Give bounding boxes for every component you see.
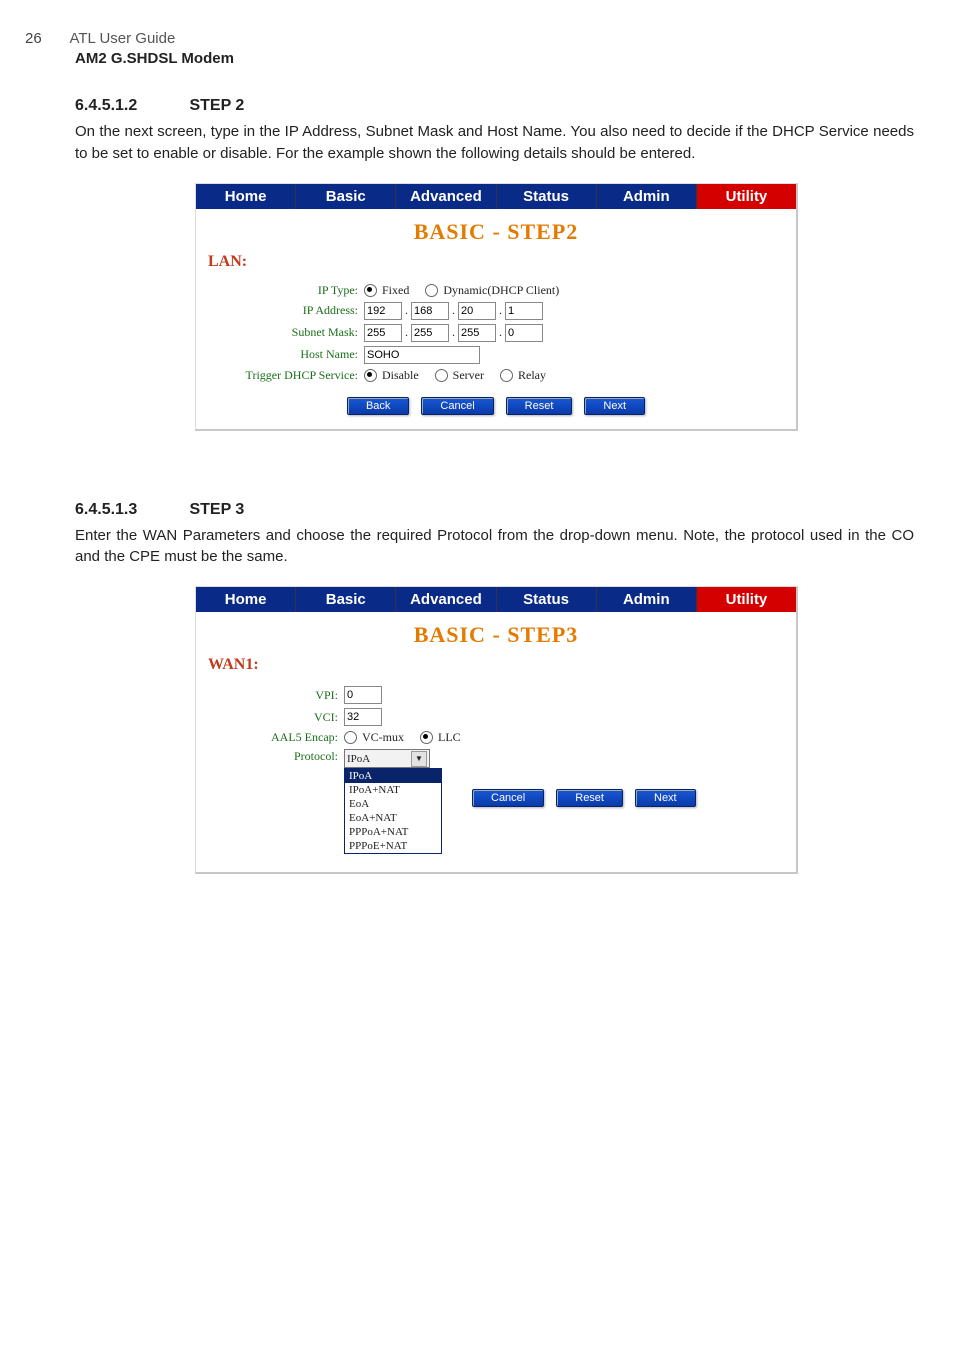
label-protocol: Protocol: bbox=[208, 749, 344, 764]
label-subnet: Subnet Mask: bbox=[208, 325, 364, 340]
section-body: On the next screen, type in the IP Addre… bbox=[75, 121, 914, 165]
page-header: 26 ATL User Guide AM2 G.SHDSL Modem bbox=[25, 30, 914, 67]
proto-opt[interactable]: PPPoA+NAT bbox=[345, 825, 441, 839]
section-title: STEP 2 bbox=[189, 97, 244, 114]
mask-octet-3[interactable] bbox=[458, 324, 496, 342]
radio-dynamic-label: Dynamic(DHCP Client) bbox=[443, 283, 559, 298]
tab-basic[interactable]: Basic bbox=[296, 587, 396, 612]
radio-fixed[interactable] bbox=[364, 284, 377, 297]
tab-basic[interactable]: Basic bbox=[296, 184, 396, 209]
top-tabs: Home Basic Advanced Status Admin Utility bbox=[196, 184, 796, 209]
radio-dhcp-relay[interactable] bbox=[500, 369, 513, 382]
label-ipaddress: IP Address: bbox=[208, 303, 364, 318]
ip-octet-1[interactable] bbox=[364, 302, 402, 320]
label-dhcp-server: Server bbox=[453, 368, 484, 383]
label-vcmux: VC-mux bbox=[362, 730, 404, 745]
lan-header: LAN: bbox=[208, 253, 784, 271]
top-tabs: Home Basic Advanced Status Admin Utility bbox=[196, 587, 796, 612]
protocol-dropdown-list[interactable]: IPoA IPoA+NAT EoA EoA+NAT PPPoA+NAT PPPo… bbox=[344, 768, 442, 854]
vpi-input[interactable] bbox=[344, 686, 382, 704]
doc-subtitle: AM2 G.SHDSL Modem bbox=[75, 50, 914, 67]
proto-opt[interactable]: EoA+NAT bbox=[345, 811, 441, 825]
page-number: 26 bbox=[25, 30, 65, 47]
wan-header: WAN1: bbox=[208, 656, 784, 674]
radio-llc[interactable] bbox=[420, 731, 433, 744]
guide-title: ATL User Guide bbox=[69, 30, 175, 47]
radio-dynamic[interactable] bbox=[425, 284, 438, 297]
screenshot-step2: Home Basic Advanced Status Admin Utility… bbox=[195, 183, 798, 431]
cancel-button[interactable]: Cancel bbox=[421, 397, 493, 415]
tab-home[interactable]: Home bbox=[196, 184, 296, 209]
radio-dhcp-server[interactable] bbox=[435, 369, 448, 382]
section-title: STEP 3 bbox=[189, 501, 244, 518]
tab-admin[interactable]: Admin bbox=[597, 184, 697, 209]
radio-vcmux[interactable] bbox=[344, 731, 357, 744]
ip-octet-4[interactable] bbox=[505, 302, 543, 320]
tab-admin[interactable]: Admin bbox=[597, 587, 697, 612]
tab-status[interactable]: Status bbox=[497, 184, 597, 209]
label-hostname: Host Name: bbox=[208, 347, 364, 362]
tab-advanced[interactable]: Advanced bbox=[396, 184, 496, 209]
section-step2: 6.4.5.1.2 STEP 2 On the next screen, typ… bbox=[75, 97, 914, 431]
tab-utility[interactable]: Utility bbox=[697, 184, 796, 209]
radio-dhcp-disable[interactable] bbox=[364, 369, 377, 382]
reset-button[interactable]: Reset bbox=[556, 789, 623, 807]
next-button[interactable]: Next bbox=[584, 397, 645, 415]
label-vpi: VPI: bbox=[208, 688, 344, 703]
screenshot-step3: Home Basic Advanced Status Admin Utility… bbox=[195, 586, 798, 874]
ip-octet-3[interactable] bbox=[458, 302, 496, 320]
proto-opt[interactable]: IPoA bbox=[345, 769, 441, 783]
proto-opt[interactable]: EoA bbox=[345, 797, 441, 811]
tab-utility[interactable]: Utility bbox=[697, 587, 796, 612]
protocol-selected: IPoA bbox=[347, 753, 370, 765]
proto-opt[interactable]: IPoA+NAT bbox=[345, 783, 441, 797]
panel-title: BASIC - STEP2 bbox=[196, 209, 796, 253]
cancel-button[interactable]: Cancel bbox=[472, 789, 544, 807]
radio-fixed-label: Fixed bbox=[382, 283, 409, 298]
mask-octet-4[interactable] bbox=[505, 324, 543, 342]
proto-opt[interactable]: PPPoE+NAT bbox=[345, 839, 441, 853]
section-number: 6.4.5.1.2 bbox=[75, 97, 185, 115]
panel-title: BASIC - STEP3 bbox=[196, 612, 796, 656]
label-vci: VCI: bbox=[208, 710, 344, 725]
tab-home[interactable]: Home bbox=[196, 587, 296, 612]
tab-status[interactable]: Status bbox=[497, 587, 597, 612]
section-number: 6.4.5.1.3 bbox=[75, 501, 185, 519]
tab-advanced[interactable]: Advanced bbox=[396, 587, 496, 612]
label-aal5: AAL5 Encap: bbox=[208, 730, 344, 745]
label-dhcp: Trigger DHCP Service: bbox=[208, 368, 364, 383]
protocol-select[interactable]: IPoA ▼ bbox=[344, 749, 430, 768]
reset-button[interactable]: Reset bbox=[506, 397, 573, 415]
chevron-down-icon: ▼ bbox=[411, 751, 427, 767]
back-button[interactable]: Back bbox=[347, 397, 409, 415]
label-dhcp-relay: Relay bbox=[518, 368, 546, 383]
hostname-input[interactable] bbox=[364, 346, 480, 364]
mask-octet-1[interactable] bbox=[364, 324, 402, 342]
mask-octet-2[interactable] bbox=[411, 324, 449, 342]
vci-input[interactable] bbox=[344, 708, 382, 726]
label-llc: LLC bbox=[438, 730, 461, 745]
ip-octet-2[interactable] bbox=[411, 302, 449, 320]
label-dhcp-disable: Disable bbox=[382, 368, 419, 383]
section-step3: 6.4.5.1.3 STEP 3 Enter the WAN Parameter… bbox=[75, 501, 914, 875]
next-button[interactable]: Next bbox=[635, 789, 696, 807]
label-iptype: IP Type: bbox=[208, 283, 364, 298]
section-body: Enter the WAN Parameters and choose the … bbox=[75, 525, 914, 569]
